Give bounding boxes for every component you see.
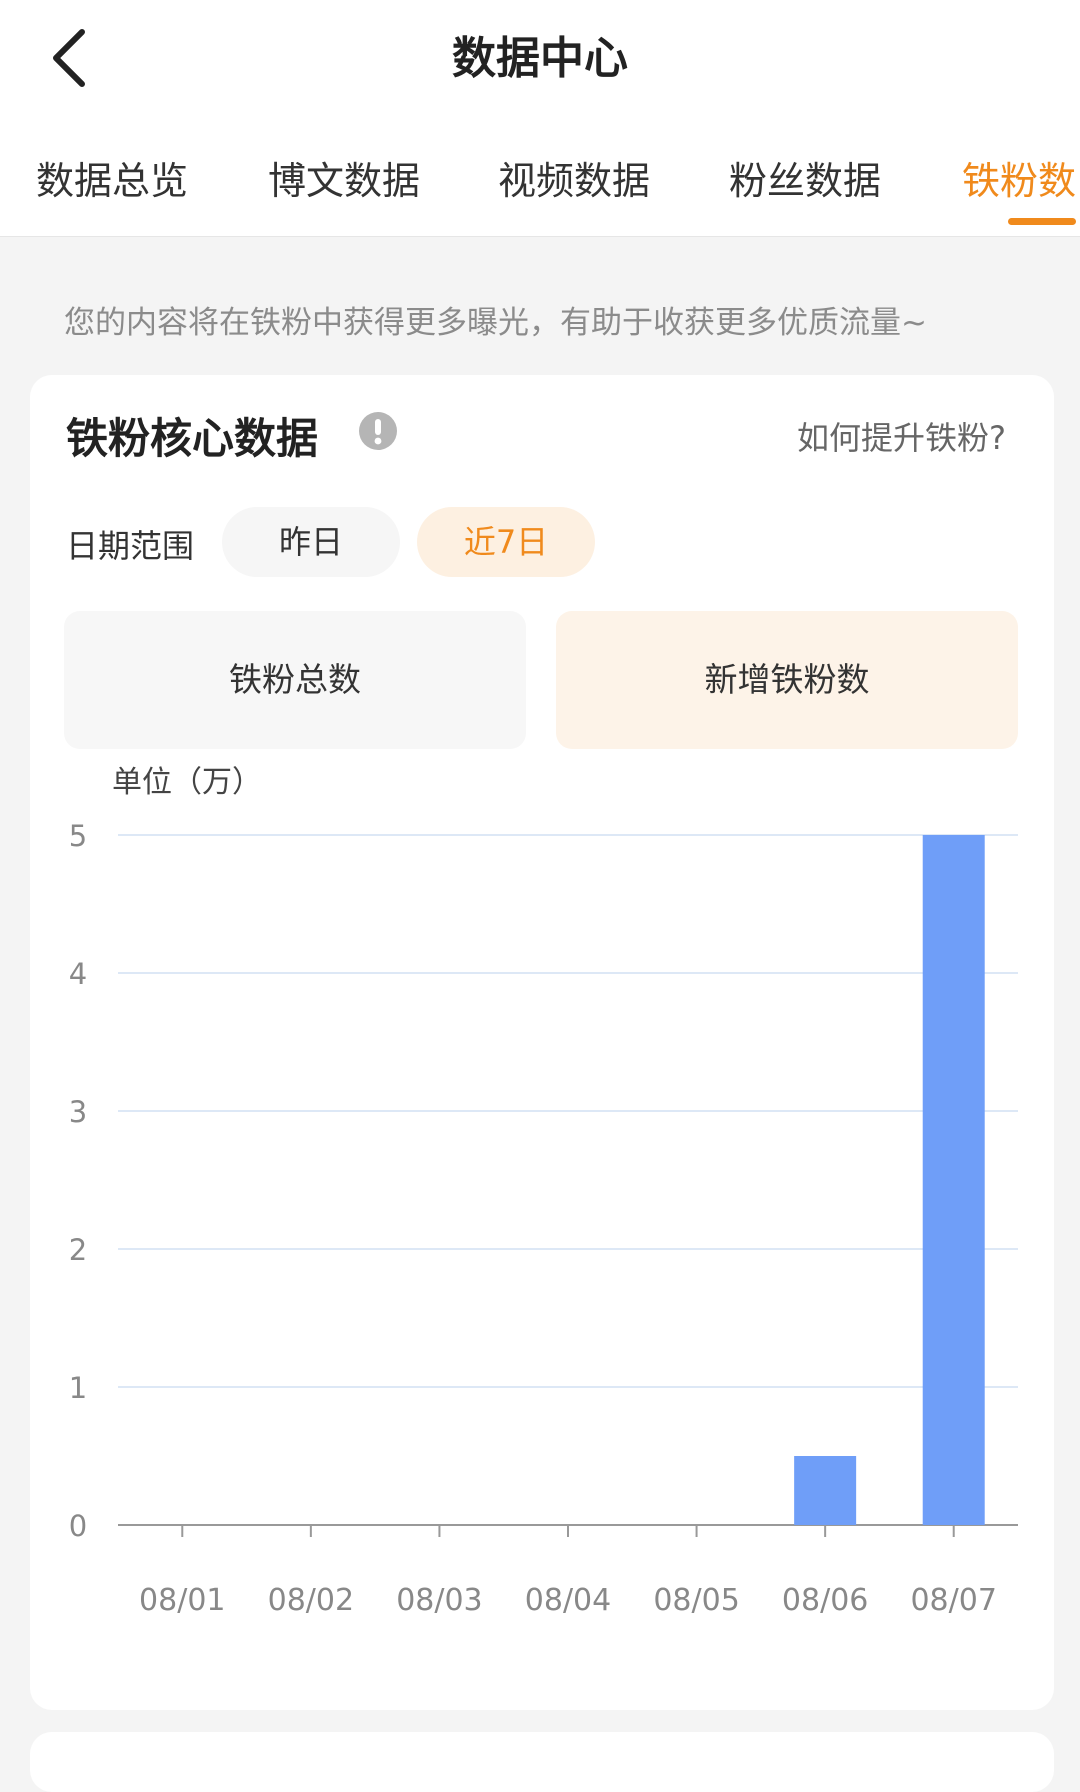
x-tick-label: 08/05 — [653, 1583, 739, 1618]
tab-bar: 数据总览 博文数据 视频数据 粉丝数据 铁粉数 — [0, 140, 1080, 236]
how-to-improve-link[interactable]: 如何提升铁粉? — [797, 413, 1006, 459]
date-7days-button[interactable]: 近7日 — [417, 507, 595, 577]
x-tick-label: 08/01 — [139, 1583, 225, 1618]
date-range-label: 日期范围 — [66, 527, 195, 565]
active-tab-indicator — [1008, 218, 1076, 225]
y-tick-label: 4 — [69, 957, 87, 991]
x-tick-label: 08/02 — [268, 1583, 354, 1618]
page-title: 数据中心 — [452, 33, 628, 84]
tab-iron-fans[interactable]: 铁粉数 — [962, 150, 1076, 205]
tab-overview[interactable]: 数据总览 — [36, 150, 188, 205]
new-iron-fans-tab[interactable]: 新增铁粉数 — [556, 611, 1018, 749]
bar-chart-svg: 单位（万） 0 1 2 3 4 5 08/01 08/02 08/03 08/04 08/05 08/0… — [69, 765, 1018, 1618]
y-tick-label: 3 — [69, 1095, 87, 1129]
top-bar: 数据中心 数据总览 博文数据 视频数据 粉丝数据 铁粉数 — [0, 0, 1080, 237]
date-yesterday-button[interactable]: 昨日 — [222, 507, 400, 577]
y-tick-label: 5 — [69, 819, 87, 853]
y-tick-label: 0 — [69, 1509, 87, 1543]
x-tick-label: 08/06 — [782, 1583, 868, 1618]
tab-video-data[interactable]: 视频数据 — [498, 150, 650, 205]
x-tick-label: 08/07 — [910, 1583, 996, 1618]
total-iron-fans-tab[interactable]: 铁粉总数 — [64, 611, 526, 749]
tab-fans-data[interactable]: 粉丝数据 — [729, 150, 881, 205]
tab-post-data[interactable]: 博文数据 — [268, 150, 420, 205]
y-tick-label: 2 — [69, 1233, 87, 1267]
bar — [794, 1456, 857, 1525]
y-tick-label: 1 — [69, 1371, 87, 1405]
y-axis-unit-label: 单位（万） — [112, 765, 262, 800]
notice-text: 您的内容将在铁粉中获得更多曝光，有助于收获更多优质流量~ — [64, 305, 927, 341]
x-tick-label: 08/03 — [396, 1583, 482, 1618]
core-data-card: 铁粉核心数据 如何提升铁粉? 日期范围 昨日 近7日 铁粉总数 新增铁粉数 单位… — [30, 375, 1054, 1710]
next-card — [30, 1732, 1054, 1792]
bar — [922, 835, 985, 1525]
bar-chart: 单位（万） 0 1 2 3 4 5 08/01 08/02 08/03 08/04 08/05 08/0… — [30, 765, 1054, 1685]
core-data-title: 铁粉核心数据 — [66, 414, 319, 463]
info-icon[interactable] — [358, 411, 398, 451]
x-tick-label: 08/04 — [525, 1583, 611, 1618]
